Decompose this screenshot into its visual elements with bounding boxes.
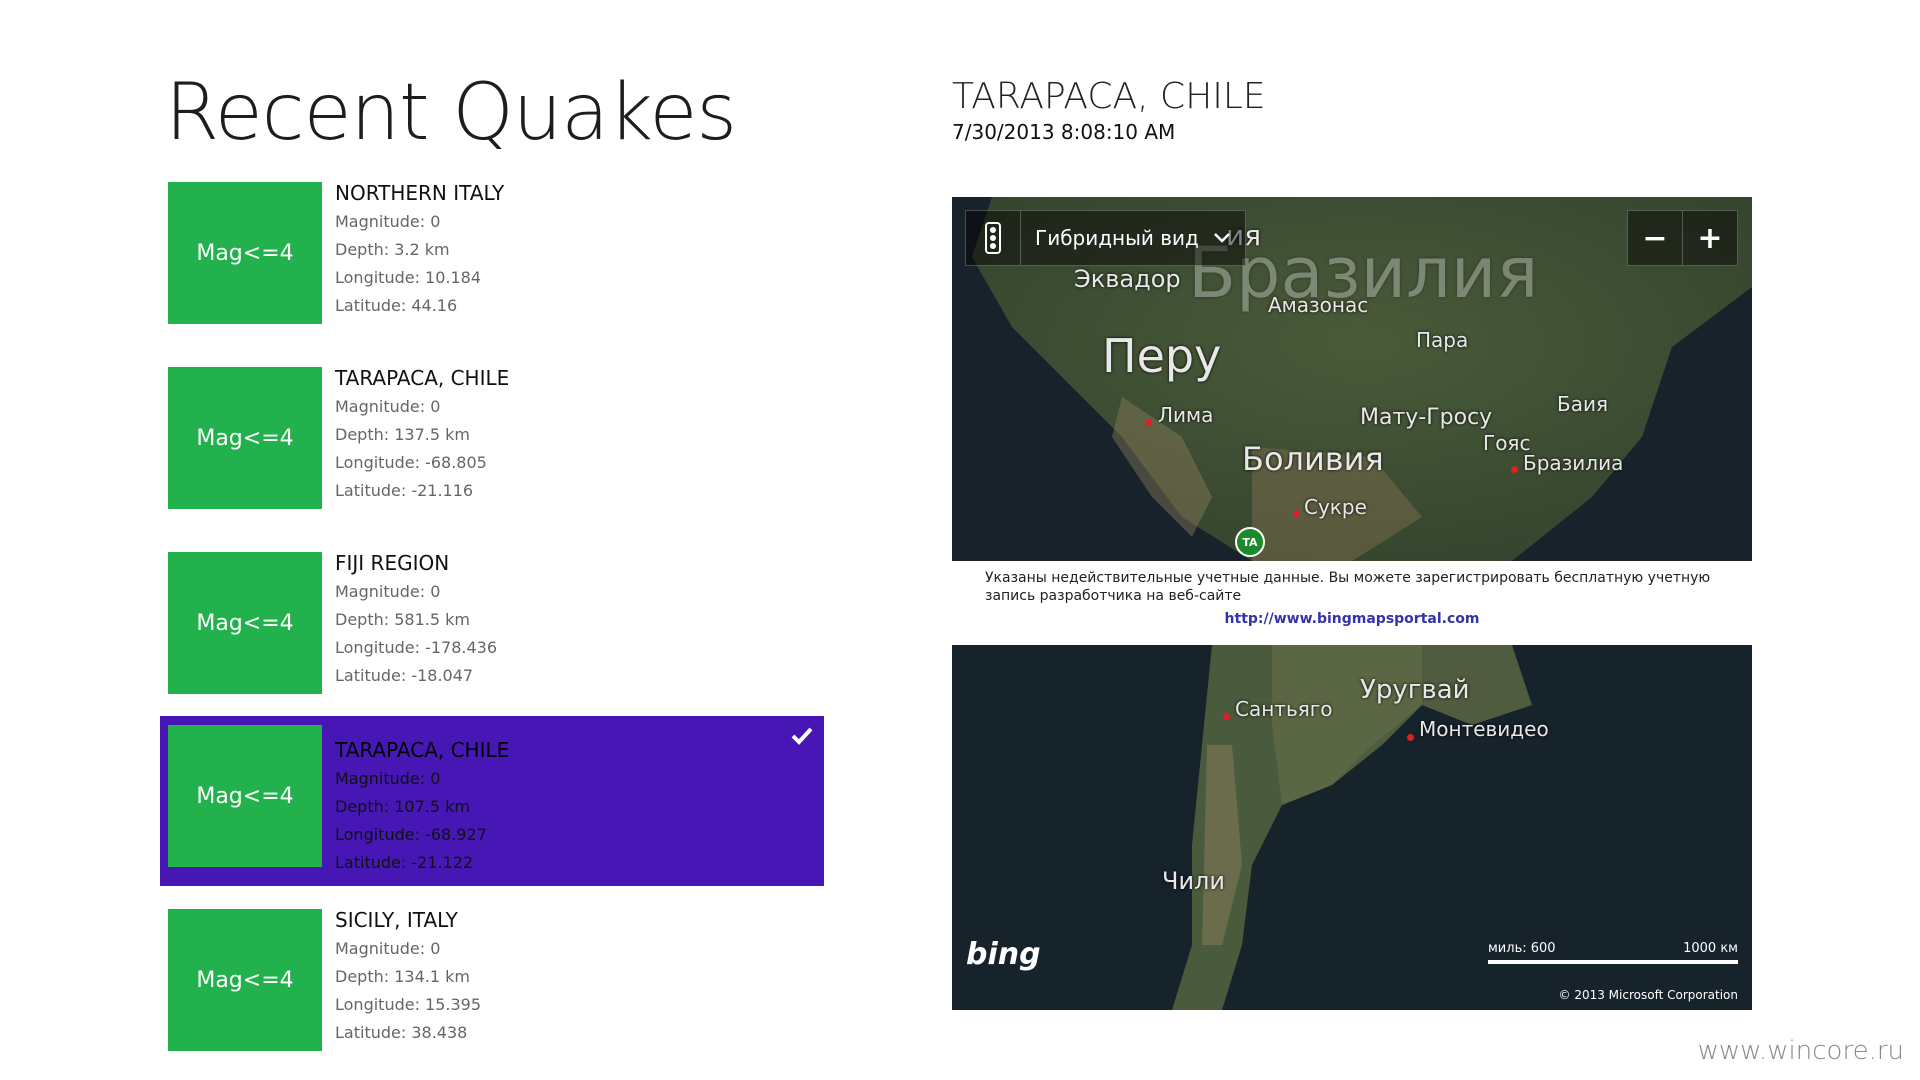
map-label: Уругвай [1360, 675, 1470, 705]
bing-maps-portal-link[interactable]: http://www.bingmapsportal.com [952, 611, 1752, 627]
zoom-controls: − + [1627, 210, 1738, 266]
quake-name: SICILY, ITALY [335, 908, 458, 932]
quake-magnitude: Magnitude: 0 [335, 397, 441, 416]
scale-bar [1488, 960, 1738, 964]
map-label: Сукре [1304, 495, 1367, 519]
quake-depth: Depth: 107.5 km [335, 797, 470, 816]
traffic-light-icon[interactable] [966, 211, 1021, 265]
list-item[interactable]: Mag<=4 FIJI REGION Magnitude: 0 Depth: 5… [160, 548, 824, 718]
quake-longitude: Longitude: 15.395 [335, 995, 482, 1014]
quake-longitude: Longitude: 10.184 [335, 268, 482, 287]
map-style-dropdown[interactable]: Гибридный вид [1021, 211, 1245, 265]
quake-latitude: Latitude: -21.116 [335, 481, 474, 500]
list-item[interactable]: Mag<=4 NORTHERN ITALY Magnitude: 0 Depth… [160, 178, 824, 348]
chevron-down-icon [1214, 233, 1230, 243]
warning-text: Указаны недействительные учетные данные.… [985, 570, 1711, 604]
watermark: www.wincore.ru [1697, 1036, 1904, 1066]
page-title: Recent Quakes [165, 68, 737, 158]
city-dot [1511, 466, 1518, 473]
list-item[interactable]: Mag<=4 SICILY, ITALY Magnitude: 0 Depth:… [160, 905, 824, 1075]
zoom-out-button[interactable]: − [1628, 211, 1683, 265]
quake-depth: Depth: 134.1 km [335, 967, 470, 986]
quake-longitude: Longitude: -68.927 [335, 825, 487, 844]
map-label: Боливия [1242, 440, 1384, 478]
credentials-warning: Указаны недействительные учетные данные.… [952, 561, 1752, 645]
quake-marker[interactable]: TA [1235, 527, 1265, 557]
city-dot [1145, 419, 1152, 426]
map-label: Эквадор [1074, 265, 1181, 293]
magnitude-tile: Mag<=4 [168, 182, 322, 324]
map-copyright: © 2013 Microsoft Corporation [1558, 988, 1738, 1002]
map-label: Мату-Гросу [1360, 405, 1493, 430]
quake-magnitude: Magnitude: 0 [335, 769, 441, 788]
map-top-area[interactable]: Эквадор Бразилия Амазонас Пара Перу Лима… [952, 197, 1752, 561]
map-label: Амазонас [1268, 293, 1369, 317]
detail-datetime: 7/30/2013 8:08:10 AM [952, 120, 1176, 144]
quake-name: NORTHERN ITALY [335, 181, 505, 205]
quake-name: TARAPACA, CHILE [335, 366, 510, 390]
map-label: Сантьяго [1235, 697, 1333, 721]
map-label: Пара [1416, 328, 1469, 352]
map-scale: миль: 600 1000 км [1488, 941, 1738, 964]
quake-latitude: Latitude: 38.438 [335, 1023, 468, 1042]
map-label: Монтевидео [1419, 717, 1549, 741]
quake-magnitude: Magnitude: 0 [335, 582, 441, 601]
quake-name: TARAPACA, CHILE [335, 738, 510, 762]
quake-longitude: Longitude: -178.436 [335, 638, 497, 657]
map-bottom-area[interactable]: Уругвай Сантьяго Монтевидео Чили bing ми… [952, 645, 1752, 1010]
quake-latitude: Latitude: 44.16 [335, 296, 458, 315]
map-style-label: Гибридный вид [1035, 226, 1199, 250]
checkmark-icon [791, 727, 813, 745]
map-label: Лима [1158, 403, 1214, 427]
map-label: Перу [1102, 329, 1222, 383]
quake-magnitude: Magnitude: 0 [335, 212, 441, 231]
detail-title: TARAPACA, CHILE [952, 76, 1266, 117]
scale-miles: миль: 600 [1488, 941, 1556, 956]
bing-logo: bing [966, 937, 1041, 972]
quake-depth: Depth: 581.5 km [335, 610, 470, 629]
map-label: Баия [1557, 392, 1609, 416]
magnitude-tile: Mag<=4 [168, 725, 322, 867]
quake-magnitude: Magnitude: 0 [335, 939, 441, 958]
quake-name: FIJI REGION [335, 551, 450, 575]
quake-latitude: Latitude: -18.047 [335, 666, 474, 685]
magnitude-tile: Mag<=4 [168, 552, 322, 694]
map-view[interactable]: Эквадор Бразилия Амазонас Пара Перу Лима… [952, 197, 1752, 1010]
map-label: Чили [1162, 867, 1225, 895]
list-item[interactable]: Mag<=4 TARAPACA, CHILE Magnitude: 0 Dept… [160, 363, 824, 533]
map-label: Бразилиа [1523, 451, 1624, 475]
list-item-selected[interactable]: Mag<=4 TARAPACA, CHILE Magnitude: 0 Dept… [160, 716, 824, 886]
city-dot [1407, 734, 1414, 741]
magnitude-tile: Mag<=4 [168, 367, 322, 509]
city-dot [1293, 510, 1300, 517]
zoom-in-button[interactable]: + [1683, 211, 1737, 265]
city-dot [1223, 713, 1230, 720]
magnitude-tile: Mag<=4 [168, 909, 322, 1051]
quake-depth: Depth: 137.5 km [335, 425, 470, 444]
quake-depth: Depth: 3.2 km [335, 240, 450, 259]
quake-longitude: Longitude: -68.805 [335, 453, 487, 472]
scale-km: 1000 км [1683, 941, 1738, 956]
map-view-selector[interactable]: Гибридный вид [965, 210, 1246, 266]
quake-latitude: Latitude: -21.122 [335, 853, 474, 872]
